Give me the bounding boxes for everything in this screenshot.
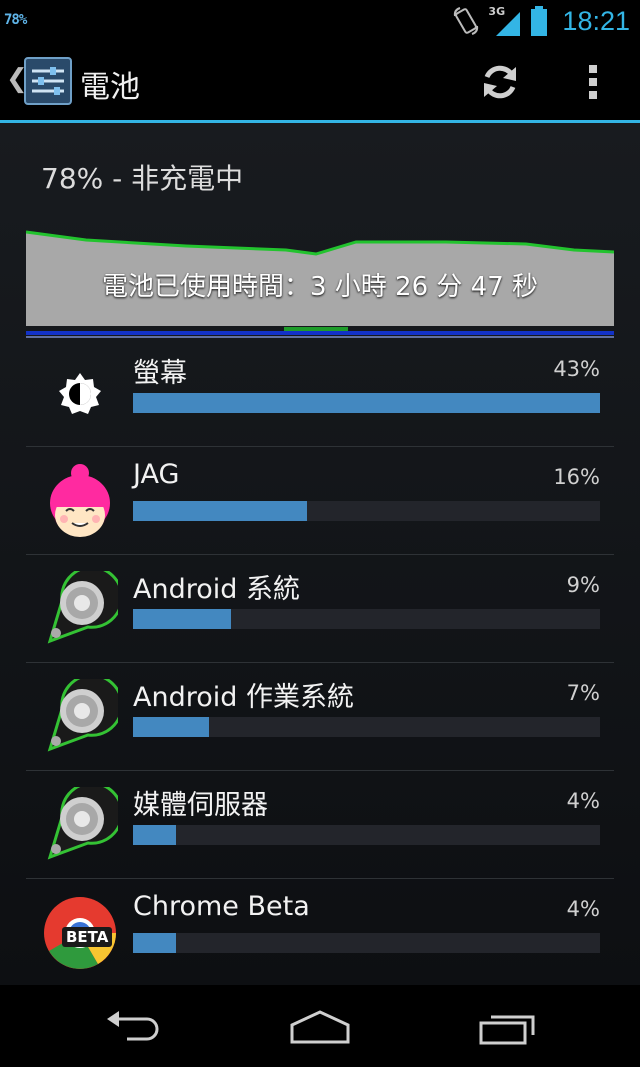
app-name: JAG	[133, 459, 180, 490]
usage-bar-track	[133, 933, 600, 953]
status-time: 18:21	[562, 5, 630, 36]
navigation-bar	[0, 985, 640, 1067]
usage-bar-track	[133, 501, 600, 521]
back-button[interactable]	[88, 999, 178, 1055]
usage-bar-fill	[133, 825, 177, 845]
brightness-icon	[59, 373, 101, 414]
usage-bar-track	[133, 717, 600, 737]
usage-bar-fill	[133, 933, 177, 953]
app-name: Android 作業系統	[133, 682, 354, 713]
usage-bar-track	[133, 609, 600, 629]
usage-row-chrome-beta[interactable]: BETA Chrome Beta 4%	[0, 879, 640, 985]
battery-content: 78% - 非充電中 電池已使用時間：3 小時 26 分 47 秒 螢幕 43%	[0, 123, 640, 985]
battery-status-text: 78% - 非充電中	[41, 162, 244, 195]
overflow-menu-icon[interactable]	[583, 60, 603, 104]
charging-indicator-bar	[284, 327, 348, 331]
action-bar: ❮ 電池	[0, 42, 640, 123]
signal-icon: 3G	[488, 5, 522, 37]
usage-row-jag[interactable]: JAG 16%	[0, 447, 640, 555]
usage-row-android-system[interactable]: Android 系統 9%	[0, 555, 640, 663]
usage-bar-track	[133, 825, 600, 845]
status-icons: 3G 18:21	[452, 4, 630, 38]
beta-badge: BETA	[62, 927, 113, 947]
usage-bar-fill	[133, 501, 307, 521]
usage-bar-fill	[133, 609, 231, 629]
settings-app-icon[interactable]	[24, 57, 72, 105]
media-server-icon	[47, 787, 118, 860]
usage-row-android-os[interactable]: Android 作業系統 7%	[0, 663, 640, 771]
app-percent: 7%	[566, 681, 600, 705]
usage-bar-track	[133, 393, 600, 413]
chrome-beta-icon: BETA	[42, 895, 118, 971]
app-name: 螢幕	[133, 358, 187, 389]
recents-button[interactable]	[463, 999, 553, 1055]
home-icon	[290, 1010, 350, 1044]
page-title: 電池	[80, 70, 140, 105]
rotation-icon	[454, 7, 479, 35]
app-name: 媒體伺服器	[133, 790, 268, 821]
android-os-icon	[47, 679, 118, 752]
app-percent: 43%	[553, 357, 600, 381]
app-percent: 16%	[553, 465, 600, 489]
app-percent: 9%	[566, 573, 600, 597]
battery-history-chart[interactable]: 電池已使用時間：3 小時 26 分 47 秒	[25, 230, 615, 338]
back-icon	[107, 1011, 159, 1041]
awake-indicator-bar	[26, 331, 614, 335]
usage-row-screen[interactable]: 螢幕 43%	[0, 339, 640, 447]
status-battery-text: 78%	[4, 12, 27, 28]
usage-bar-fill	[133, 393, 600, 413]
jag-avatar-icon	[50, 464, 110, 537]
usage-bar-fill	[133, 717, 210, 737]
chart-bottom-line	[26, 336, 614, 338]
home-button[interactable]	[275, 999, 365, 1055]
usage-row-media-server[interactable]: 媒體伺服器 4%	[0, 771, 640, 879]
refresh-icon[interactable]	[478, 60, 522, 104]
app-name: Android 系統	[133, 574, 300, 605]
app-percent: 4%	[566, 789, 600, 813]
battery-icon	[531, 6, 548, 36]
android-system-icon	[47, 571, 118, 644]
app-name: Chrome Beta	[133, 891, 310, 922]
app-percent: 4%	[566, 897, 600, 921]
status-bar: 78% 3G 18:21	[0, 0, 640, 42]
recents-icon	[479, 1015, 535, 1045]
usage-time-text: 電池已使用時間：3 小時 26 分 47 秒	[101, 272, 539, 302]
